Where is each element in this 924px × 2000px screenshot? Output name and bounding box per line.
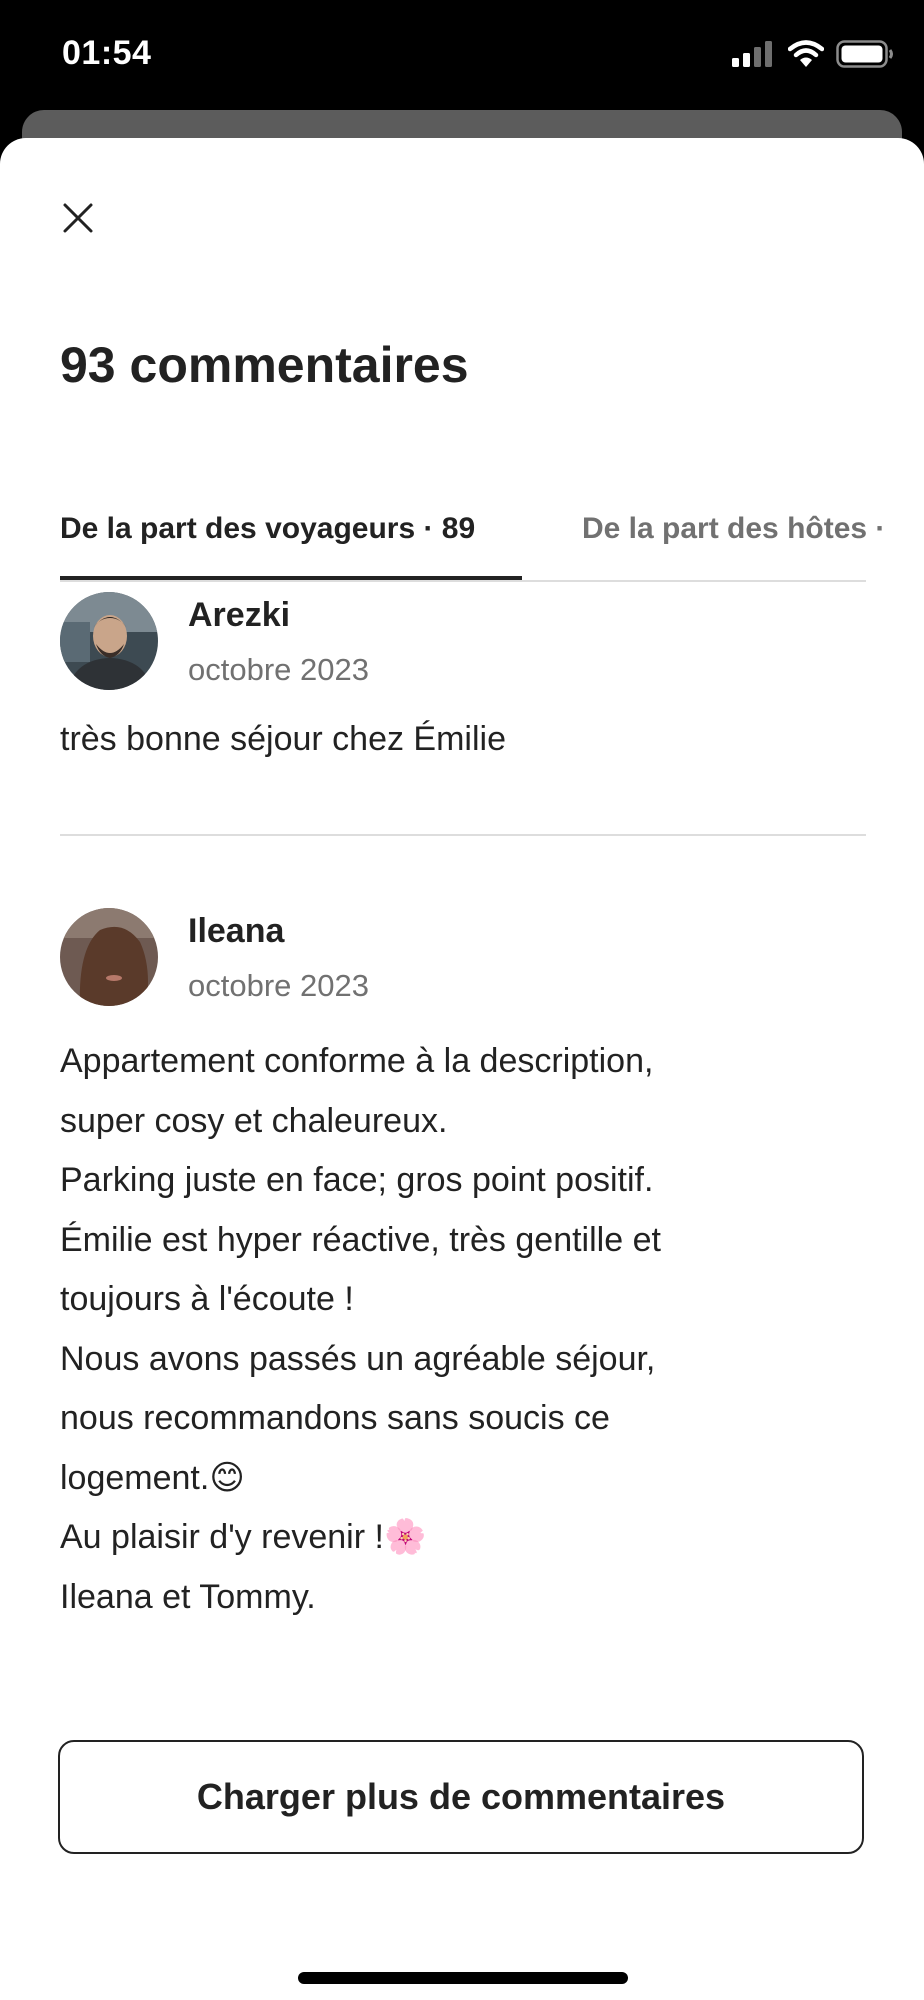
wifi-icon [787, 40, 825, 73]
tab-hosts-label: De la part des hôtes · [582, 512, 886, 545]
reviews-modal: 93 commentaires De la part des voyageurs… [0, 138, 924, 2000]
cellular-signal-icon [732, 41, 776, 72]
review-text: très bonne séjour chez Émilie [60, 720, 507, 758]
avatar [60, 592, 158, 690]
review-item: Ileana octobre 2023 Appartement conforme… [60, 908, 866, 1688]
review-item: Arezki octobre 2023 très bonne séjour ch… [60, 592, 866, 792]
tab-travelers[interactable]: De la part des voyageurs · 89 [60, 498, 475, 566]
review-date: octobre 2023 [188, 968, 369, 1003]
tabs-divider [60, 580, 866, 582]
battery-icon [836, 40, 894, 73]
status-icons [732, 40, 894, 73]
reviewer-name: Arezki [188, 596, 291, 634]
reviewer-name: Ileana [188, 912, 285, 950]
tab-travelers-label: De la part des voyageurs · 89 [60, 512, 476, 545]
tab-hosts[interactable]: De la part des hôtes · [582, 498, 885, 566]
load-more-reviews-button[interactable]: Charger plus de commentaires [58, 1740, 864, 1854]
close-button[interactable] [52, 194, 104, 246]
home-indicator [298, 1972, 628, 1984]
status-bar: 01:54 [0, 0, 924, 108]
review-tabs: De la part des voyageurs · 89 De la part… [60, 498, 924, 566]
review-date: octobre 2023 [188, 652, 369, 687]
close-icon [62, 202, 94, 239]
status-time: 01:54 [62, 34, 152, 72]
avatar [60, 908, 158, 1006]
review-divider [60, 834, 866, 836]
review-text: Appartement conforme à la description, s… [60, 1042, 661, 1616]
page-title: 93 commentaires [60, 337, 469, 393]
